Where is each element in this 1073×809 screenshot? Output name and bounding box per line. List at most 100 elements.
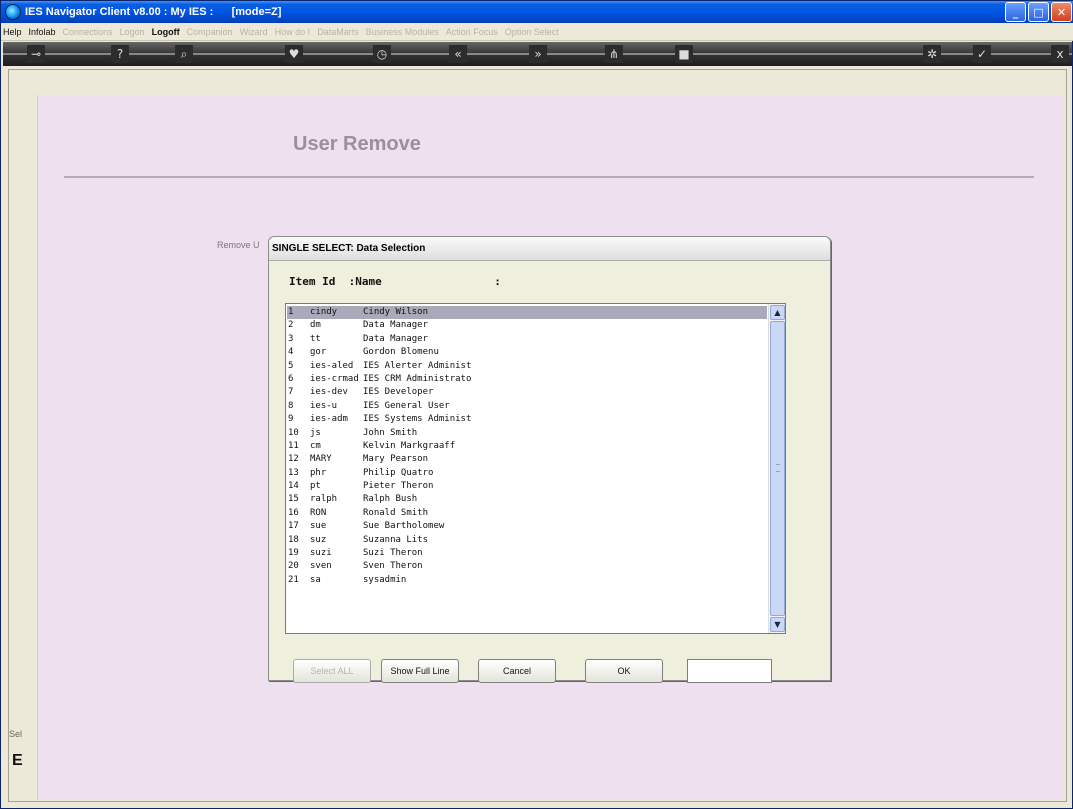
list-item-id: MARY — [310, 454, 332, 465]
close-circle-icon[interactable]: x — [1051, 45, 1069, 63]
list-item-num: 6 — [288, 373, 294, 384]
menu-item-action-focus[interactable]: Action Focus — [446, 27, 498, 37]
list-rows: 1 cindy Cindy Wilson 2 dm Data Manager 3 tt Data… — [287, 306, 767, 587]
list-item-name: IES CRM Administrato — [363, 373, 472, 384]
page-title: User Remove — [293, 133, 421, 155]
menu-item-logon[interactable]: Logon — [120, 27, 145, 37]
key-icon[interactable]: ⊸ — [27, 45, 45, 63]
ok-button[interactable]: OK — [585, 659, 663, 683]
vertical-scrollbar[interactable]: ▲ ▼ — [768, 304, 785, 633]
list-item[interactable]: 6 ies-crmad IES CRM Administrato — [287, 373, 767, 386]
check-icon[interactable]: ✓ — [973, 45, 991, 63]
list-item[interactable]: 18 suz Suzanna Lits — [287, 534, 767, 547]
search-icon[interactable]: ⌕ — [175, 45, 193, 63]
settings-icon[interactable]: ✲ — [923, 45, 941, 63]
rewind-icon[interactable]: « — [449, 45, 467, 63]
tree-icon[interactable]: ⋔ — [605, 45, 623, 63]
menu-item-help[interactable]: Help — [3, 27, 22, 37]
list-item-num: 20 — [288, 561, 299, 572]
list-item[interactable]: 17 sue Sue Bartholomew — [287, 520, 767, 533]
list-item[interactable]: 9 ies-adm IES Systems Administ — [287, 413, 767, 426]
search-input[interactable] — [687, 659, 772, 683]
app-logo-icon — [5, 4, 21, 20]
menu-item-infolab[interactable]: Infolab — [29, 27, 56, 37]
list-item-id: sue — [310, 521, 327, 532]
list-item[interactable]: 19 suzi Suzi Theron — [287, 547, 767, 560]
list-item-num: 10 — [288, 427, 299, 438]
menu-item-connections[interactable]: Connections — [63, 27, 113, 37]
side-label-fragment: Sel — [9, 729, 23, 739]
list-item[interactable]: 4 gor Gordon Blomenu — [287, 346, 767, 359]
list-item-id: suz — [310, 534, 327, 545]
cancel-button[interactable]: Cancel — [478, 659, 556, 683]
list-item-id: sven — [310, 561, 332, 572]
list-item-id: dm — [310, 320, 321, 331]
minimize-button[interactable]: _ — [1005, 2, 1026, 22]
maximize-button[interactable]: □ — [1028, 2, 1049, 22]
scroll-up-arrow-icon[interactable]: ▲ — [770, 305, 785, 320]
list-item-name: sysadmin — [363, 574, 407, 585]
list-item-name: Philip Quatro — [363, 467, 434, 478]
help-icon[interactable]: ? — [111, 45, 129, 63]
data-selection-dialog: SINGLE SELECT: Data Selection Item Id :N… — [268, 236, 831, 683]
list-item[interactable]: 15 ralph Ralph Bush — [287, 493, 767, 506]
list-item-id: cindy — [310, 307, 338, 317]
list-item[interactable]: 16 RON Ronald Smith — [287, 507, 767, 520]
list-item[interactable]: 3 tt Data Manager — [287, 333, 767, 346]
list-item[interactable]: 7 ies-dev IES Developer — [287, 386, 767, 399]
selection-listbox[interactable]: 1 cindy Cindy Wilson 2 dm Data Manager 3 tt Data… — [285, 303, 786, 634]
fast-forward-icon[interactable]: » — [529, 45, 547, 63]
close-button[interactable]: ✕ — [1051, 2, 1072, 22]
menu-item-datamarts[interactable]: DataMarts — [317, 27, 359, 37]
list-item-num: 7 — [288, 387, 294, 398]
list-item-num: 5 — [288, 360, 294, 371]
list-item[interactable]: 5 ies-aled IES Alerter Administ — [287, 360, 767, 373]
list-item-name: Suzi Theron — [363, 548, 423, 559]
clock-icon[interactable]: ◷ — [373, 45, 391, 63]
list-item-num: 3 — [288, 333, 294, 344]
list-item-id: ralph — [310, 494, 338, 505]
side-button-fragment[interactable]: E — [12, 752, 23, 770]
window-title: IES Navigator Client v8.00 : My IES : [m… — [25, 6, 282, 18]
list-item-name: Kelvin Markgraaff — [363, 440, 456, 451]
list-item-name: IES General User — [363, 400, 450, 411]
list-item[interactable]: 8 ies-u IES General User — [287, 400, 767, 413]
list-item-id: ies-dev — [310, 387, 348, 398]
list-item[interactable]: 1 cindy Cindy Wilson — [287, 306, 767, 320]
list-item[interactable]: 21 sa sysadmin — [287, 574, 767, 587]
heart-icon[interactable]: ♥ — [285, 45, 303, 63]
list-item-id: ies-crmad — [310, 373, 359, 384]
menu-item-how-do-i[interactable]: How do I — [275, 27, 311, 37]
list-item[interactable]: 20 sven Sven Theron — [287, 560, 767, 573]
list-item-name: IES Alerter Administ — [363, 360, 472, 371]
list-item-id: sa — [310, 574, 321, 585]
dialog-title[interactable]: SINGLE SELECT: Data Selection — [269, 237, 830, 261]
list-item-id: cm — [310, 440, 321, 451]
list-item[interactable]: 14 pt Pieter Theron — [287, 480, 767, 493]
title-bar[interactable]: IES Navigator Client v8.00 : My IES : [m… — [1, 1, 1073, 23]
show-full-line-button[interactable]: Show Full Line — [381, 659, 459, 683]
list-item-name: Mary Pearson — [363, 454, 429, 465]
menu-item-business-modules[interactable]: Business Modules — [366, 27, 439, 37]
list-item-id: pt — [310, 481, 321, 492]
list-item-num: 15 — [288, 494, 299, 505]
list-item[interactable]: 10 js John Smith — [287, 427, 767, 440]
list-item-name: IES Systems Administ — [363, 414, 472, 425]
list-item[interactable]: 13 phr Philip Quatro — [287, 467, 767, 480]
menu-item-wizard[interactable]: Wizard — [240, 27, 268, 37]
square-icon[interactable]: ■ — [675, 45, 693, 63]
list-item[interactable]: 11 cm Kelvin Markgraaff — [287, 440, 767, 453]
list-item[interactable]: 12 MARY Mary Pearson — [287, 453, 767, 466]
scroll-thumb[interactable] — [770, 321, 785, 616]
list-item-name: Pieter Theron — [363, 481, 434, 492]
list-item-name: Sue Bartholomew — [363, 521, 445, 532]
scroll-down-arrow-icon[interactable]: ▼ — [770, 617, 785, 632]
list-item[interactable]: 2 dm Data Manager — [287, 319, 767, 332]
menu-item-companion[interactable]: Companion — [187, 27, 233, 37]
list-item-num: 9 — [288, 414, 294, 425]
list-item-num: 21 — [288, 574, 299, 585]
menu-item-option-select[interactable]: Option Select — [505, 27, 559, 37]
menu-item-logoff[interactable]: Logoff — [152, 27, 180, 37]
list-item-name: John Smith — [363, 427, 418, 438]
select-all-button[interactable]: Select ALL — [293, 659, 371, 683]
